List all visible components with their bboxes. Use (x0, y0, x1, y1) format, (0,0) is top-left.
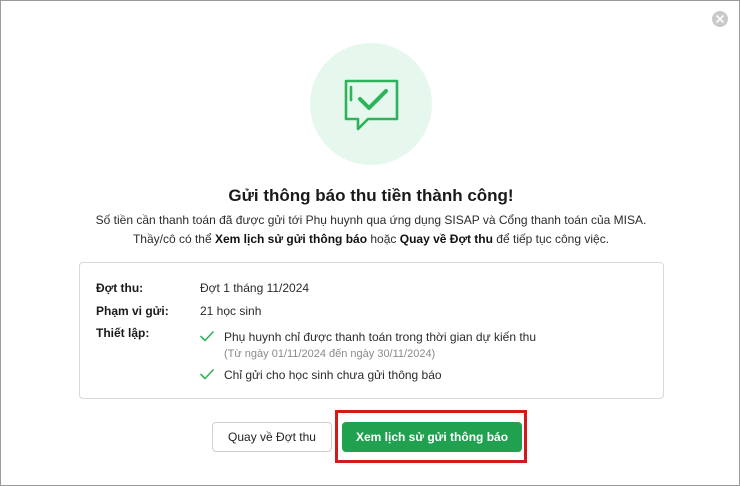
back-link-text: Quay về Đợt thu (399, 232, 493, 246)
dialog-title: Gửi thông báo thu tiền thành công! (228, 186, 514, 205)
details-card: Đợt thu: Đợt 1 tháng 11/2024 Phạm vi gửi… (79, 262, 664, 399)
dialog: Gửi thông báo thu tiền thành công! Số ti… (0, 0, 740, 486)
description-text: hoặc (367, 232, 400, 246)
settings-label: Thiết lập: (96, 326, 150, 340)
message-check-icon (344, 79, 399, 131)
check-icon (200, 369, 214, 380)
success-illustration (310, 43, 432, 165)
scope-label: Phạm vi gửi: (96, 304, 169, 318)
view-history-button[interactable]: Xem lịch sử gửi thông báo (342, 422, 522, 452)
batch-value: Đợt 1 tháng 11/2024 (200, 281, 310, 295)
description-line-1: Số tiền cần thanh toán đã được gửi tới P… (95, 213, 647, 227)
setting-subtext: (Từ ngày 01/11/2024 đến ngày 30/11/2024) (224, 348, 436, 360)
batch-label: Đợt thu: (96, 281, 144, 295)
history-link-text: Xem lịch sử gửi thông báo (214, 232, 368, 246)
description-line-2: Thầy/cô có thể Xem lịch sử gửi thông báo… (1, 232, 740, 246)
setting-text: Phụ huynh chỉ được thanh toán trong thời… (224, 330, 537, 344)
setting-text: Chỉ gửi cho học sinh chưa gửi thông báo (224, 368, 442, 382)
back-to-batch-button[interactable]: Quay về Đợt thu (212, 422, 332, 452)
close-button[interactable] (712, 11, 728, 27)
close-icon (716, 15, 724, 23)
scope-value: 21 học sinh (200, 304, 262, 318)
description-text: Thầy/cô có thể (132, 232, 215, 246)
check-icon (200, 331, 214, 342)
description-text: để tiếp tục công việc. (492, 232, 610, 246)
